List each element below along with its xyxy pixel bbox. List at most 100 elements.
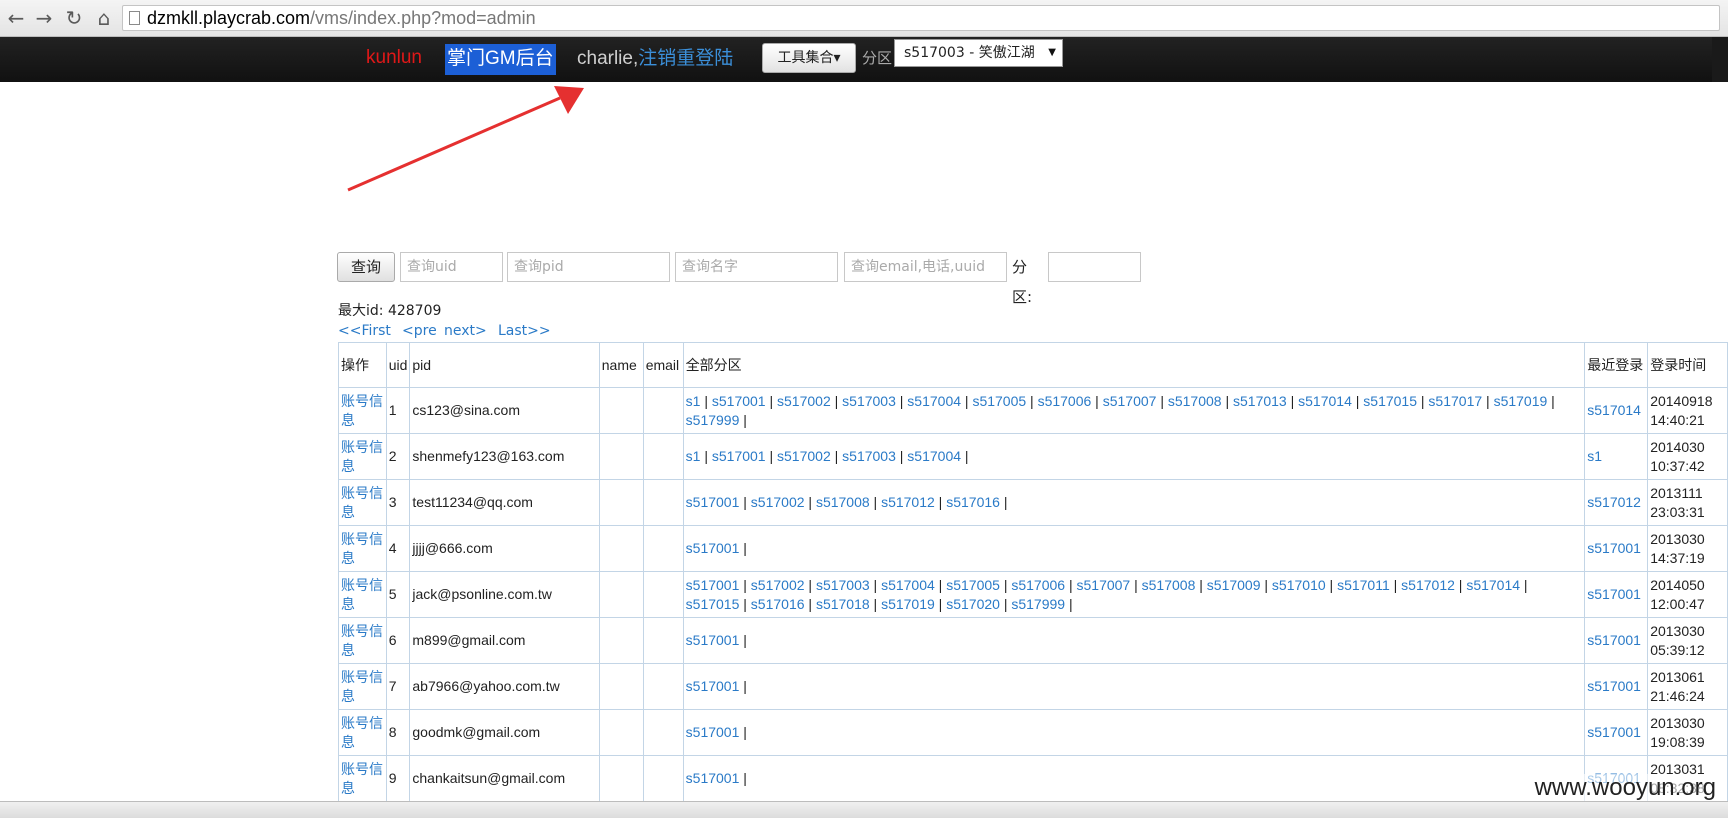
account-info-link[interactable]: 账号信息 (341, 485, 383, 520)
zone-link[interactable]: s517001 (712, 393, 766, 409)
zone-link[interactable]: s517999 (686, 412, 740, 428)
zone-link[interactable]: s517001 (686, 494, 740, 510)
login-time-cell: 2013030 19:08:39 (1647, 709, 1728, 756)
scrollbar[interactable] (1712, 37, 1728, 82)
zone-link[interactable]: s517001 (686, 540, 740, 556)
zone-link[interactable]: s517018 (816, 596, 870, 612)
zone-link[interactable]: s517019 (1494, 393, 1548, 409)
zone-link[interactable]: s517002 (777, 448, 831, 464)
status-bar (0, 801, 1728, 818)
zone-link[interactable]: s517001 (686, 724, 740, 740)
account-info-link[interactable]: 账号信息 (341, 623, 383, 658)
zone-link[interactable]: s517019 (881, 596, 935, 612)
login-time-cell: 2014050 12:00:47 (1647, 571, 1728, 618)
table-row: 账号信息 5 jack@psonline.com.tw s517001 | s5170… (338, 571, 1728, 618)
email-search-input[interactable]: 查询email,电话,uuid (844, 252, 1007, 282)
recent-zone-link[interactable]: s517001 (1587, 678, 1641, 694)
zone-link[interactable]: s517003 (816, 577, 870, 593)
pager-last-link[interactable]: Last>> (498, 322, 551, 340)
recent-login-cell: s517001 (1584, 617, 1649, 664)
zone-link[interactable]: s517008 (816, 494, 870, 510)
zone-link[interactable]: s517016 (751, 596, 805, 612)
zone-link[interactable]: s517017 (1428, 393, 1482, 409)
zone-link[interactable]: s517999 (1011, 596, 1065, 612)
account-info-link[interactable]: 账号信息 (341, 393, 383, 428)
zone-link[interactable]: s517001 (712, 448, 766, 464)
zone-link[interactable]: s517020 (946, 596, 1000, 612)
uid-cell: 2 (385, 433, 411, 480)
zone-link[interactable]: s1 (686, 448, 701, 464)
name-search-input[interactable]: 查询名字 (675, 252, 838, 282)
relogin-link[interactable]: 注销重登陆 (638, 48, 733, 69)
pager-next-link[interactable]: next> (444, 322, 487, 340)
tools-dropdown-button[interactable]: 工具集合▾ (762, 43, 856, 73)
zone-link[interactable]: s517002 (751, 494, 805, 510)
zone-link[interactable]: s517013 (1233, 393, 1287, 409)
account-info-link[interactable]: 账号信息 (341, 715, 383, 750)
recent-zone-link[interactable]: s517001 (1587, 586, 1641, 602)
uid-cell: 5 (385, 571, 411, 618)
account-info-link[interactable]: 账号信息 (341, 761, 383, 796)
login-time-cell: 2014030 10:37:42 (1647, 433, 1728, 480)
zone-filter-label: 分区: (1012, 258, 1033, 306)
zone-link[interactable]: s517006 (1011, 577, 1065, 593)
zone-link[interactable]: s1 (686, 393, 701, 409)
recent-zone-link[interactable]: s517001 (1587, 540, 1641, 556)
zone-link[interactable]: s517007 (1103, 393, 1157, 409)
zone-link[interactable]: s517001 (686, 632, 740, 648)
account-info-link[interactable]: 账号信息 (341, 669, 383, 704)
forward-arrow-icon[interactable]: → (32, 6, 56, 30)
zone-link[interactable]: s517011 (1337, 577, 1390, 593)
home-icon[interactable]: ⌂ (92, 6, 116, 30)
brand-logo[interactable]: kunlun (366, 43, 422, 73)
app-title[interactable]: 掌门GM后台 (445, 44, 556, 75)
zone-link[interactable]: s517014 (1466, 577, 1520, 593)
zone-link[interactable]: s517003 (842, 393, 896, 409)
recent-zone-link[interactable]: s1 (1587, 448, 1602, 464)
reload-icon[interactable]: ↻ (62, 6, 86, 30)
zone-link[interactable]: s517010 (1272, 577, 1326, 593)
zone-link[interactable]: s517008 (1142, 577, 1196, 593)
table-viewport: 操作 uid pid name email 全部分区 最近登录 登录时间 账号信息 1 cs123… (0, 342, 1728, 802)
zone-link[interactable]: s517005 (972, 393, 1026, 409)
zone-link[interactable]: s517004 (907, 393, 961, 409)
zone-link[interactable]: s517003 (842, 448, 896, 464)
zone-link[interactable]: s517012 (1401, 577, 1455, 593)
recent-zone-link[interactable]: s517001 (1587, 632, 1641, 648)
pid-search-input[interactable]: 查询pid (507, 252, 670, 282)
zone-link[interactable]: s517015 (686, 596, 740, 612)
zone-link[interactable]: s517004 (907, 448, 961, 464)
account-info-link[interactable]: 账号信息 (341, 531, 383, 566)
zone-link[interactable]: s517006 (1038, 393, 1092, 409)
zone-select[interactable]: s517003 - 笑傲江湖 ▼ (894, 39, 1063, 67)
zone-link[interactable]: s517014 (1298, 393, 1352, 409)
zone-link[interactable]: s517001 (686, 577, 740, 593)
zone-link[interactable]: s517015 (1363, 393, 1417, 409)
pager-first-link[interactable]: <<First (338, 322, 391, 340)
account-info-link[interactable]: 账号信息 (341, 439, 383, 474)
zone-link[interactable]: s517001 (686, 770, 740, 786)
query-button[interactable]: 查询 (337, 252, 395, 282)
recent-zone-link[interactable]: s517001 (1587, 724, 1641, 740)
zone-link[interactable]: s517009 (1207, 577, 1261, 593)
recent-zone-link[interactable]: s517012 (1587, 494, 1641, 510)
zone-link[interactable]: s517007 (1077, 577, 1131, 593)
action-cell: 账号信息 (338, 617, 387, 664)
address-bar[interactable]: dzmkll.playcrab.com/vms/index.php?mod=ad… (122, 5, 1720, 31)
zone-link[interactable]: s517012 (881, 494, 935, 510)
zone-filter-input[interactable] (1048, 252, 1141, 282)
zone-link[interactable]: s517001 (686, 678, 740, 694)
column-header: pid (409, 342, 600, 388)
back-arrow-icon[interactable]: ← (4, 6, 28, 30)
uid-search-input[interactable]: 查询uid (400, 252, 503, 282)
zone-link[interactable]: s517008 (1168, 393, 1222, 409)
zone-link[interactable]: s517005 (946, 577, 1000, 593)
zone-link[interactable]: s517002 (751, 577, 805, 593)
zone-link[interactable]: s517004 (881, 577, 935, 593)
zone-link[interactable]: s517002 (777, 393, 831, 409)
zone-link[interactable]: s517016 (946, 494, 1000, 510)
account-info-link[interactable]: 账号信息 (341, 577, 383, 612)
pager-prev-link[interactable]: <pre (402, 322, 437, 340)
zones-cell: s1 | s517001 | s517002 | s517003 | s5170… (682, 387, 1586, 434)
recent-zone-link[interactable]: s517014 (1587, 402, 1641, 418)
